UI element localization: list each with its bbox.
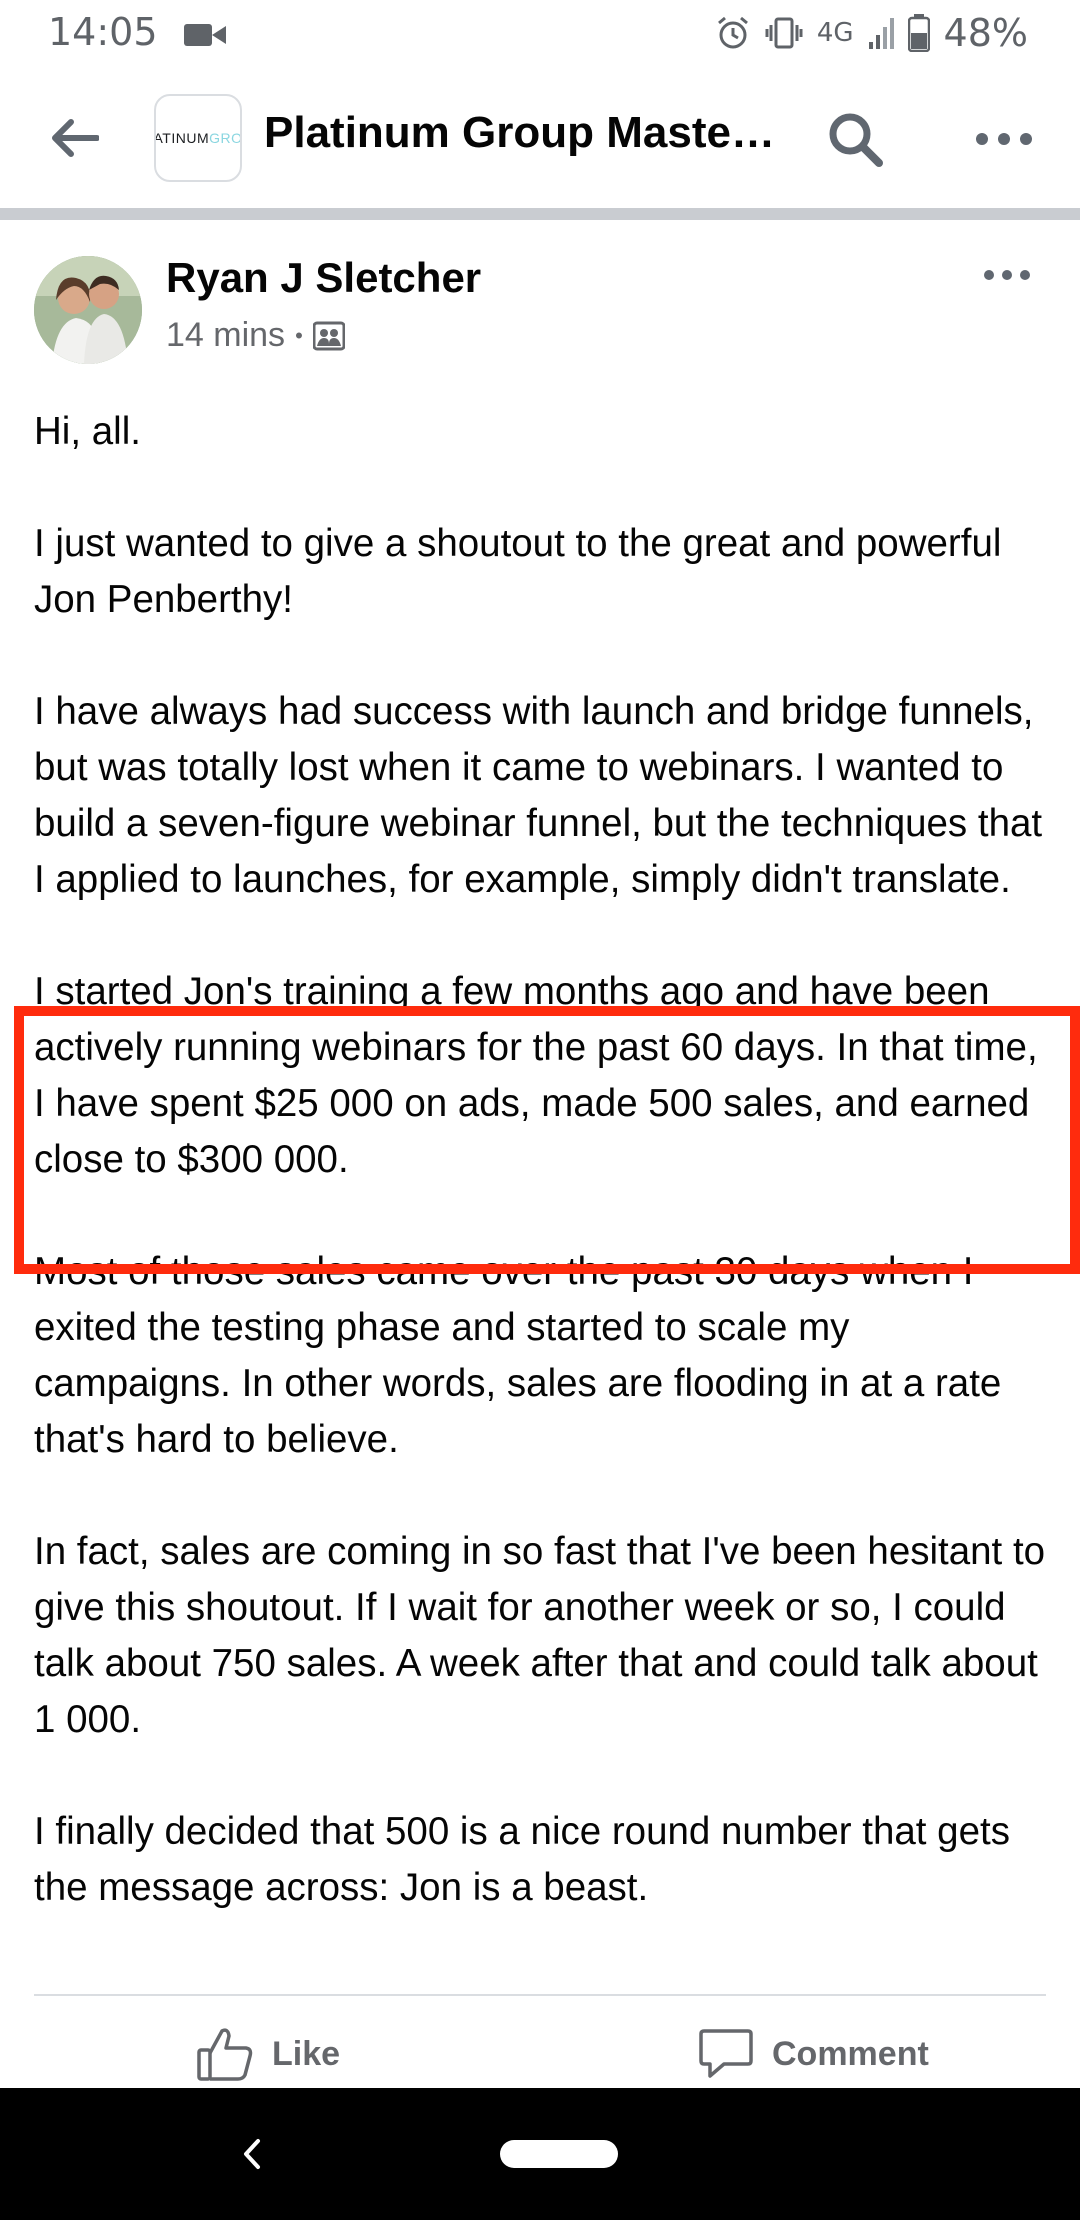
- status-icons: 4G 48%: [715, 10, 1028, 56]
- comment-icon: [699, 2029, 753, 2078]
- group-title[interactable]: Platinum Group Maste…: [264, 108, 784, 158]
- system-home-pill[interactable]: [500, 2140, 618, 2168]
- post-options-button[interactable]: [972, 252, 1042, 298]
- post-paragraph: I finally decided that 500 is a nice rou…: [34, 1810, 1010, 1909]
- system-nav-bar: [0, 2088, 1080, 2220]
- alarm-icon: [717, 16, 748, 49]
- search-icon: [829, 113, 883, 167]
- avatar[interactable]: [34, 256, 142, 364]
- more-button[interactable]: [968, 114, 1040, 164]
- post-paragraph: I have always had success with launch an…: [34, 690, 1043, 901]
- back-arrow-icon: [52, 119, 99, 157]
- meta-separator: •: [295, 322, 303, 348]
- search-button[interactable]: [822, 106, 888, 172]
- comment-button[interactable]: Comment: [698, 2018, 929, 2090]
- actions-divider: [34, 1994, 1046, 1996]
- battery-icon: [907, 14, 930, 52]
- post-paragraph: Most of those sales came over the past 3…: [34, 1250, 1002, 1461]
- group-logo-text-light: GRO: [209, 130, 242, 146]
- group-logo[interactable]: ATINUMGRO: [154, 94, 242, 182]
- video-camera-icon: [184, 24, 226, 46]
- post-meta: 14 mins •: [166, 316, 345, 355]
- post-paragraph: Hi, all.: [34, 410, 141, 453]
- post-paragraph: In fact, sales are coming in so fast tha…: [34, 1530, 1046, 1741]
- author-name[interactable]: Ryan J Sletcher: [166, 254, 481, 302]
- like-label: Like: [272, 2034, 341, 2073]
- post-time[interactable]: 14 mins: [166, 316, 285, 355]
- network-type: 4G: [816, 18, 854, 48]
- status-bar: 14:05 4G 48%: [0, 0, 1080, 66]
- signal-icon: [868, 18, 894, 49]
- more-icon: [976, 133, 1032, 145]
- post-paragraph: I just wanted to give a shoutout to the …: [34, 522, 1002, 621]
- status-time: 14:05: [48, 10, 158, 54]
- like-button[interactable]: Like: [196, 2018, 340, 2090]
- group-audience-icon: [312, 321, 345, 350]
- thumbs-up-icon: [197, 2028, 253, 2081]
- back-button[interactable]: [42, 106, 106, 170]
- app-header: ATINUMGRO Platinum Group Maste…: [0, 66, 1080, 208]
- group-logo-text: ATINUM: [154, 130, 210, 146]
- system-back-button[interactable]: [220, 2122, 284, 2186]
- comment-label: Comment: [772, 2034, 929, 2073]
- more-icon: [984, 270, 1030, 280]
- battery-percent: 48%: [943, 11, 1028, 55]
- post-paragraph-highlighted: I started Jon's training a few months ag…: [34, 970, 1038, 1181]
- vibrate-icon: [765, 17, 803, 49]
- chevron-left-icon: [244, 2139, 260, 2169]
- post-body: Hi, all. I just wanted to give a shoutou…: [34, 404, 1054, 1916]
- header-divider: [0, 208, 1080, 220]
- avatar-photo-icon: [34, 256, 142, 364]
